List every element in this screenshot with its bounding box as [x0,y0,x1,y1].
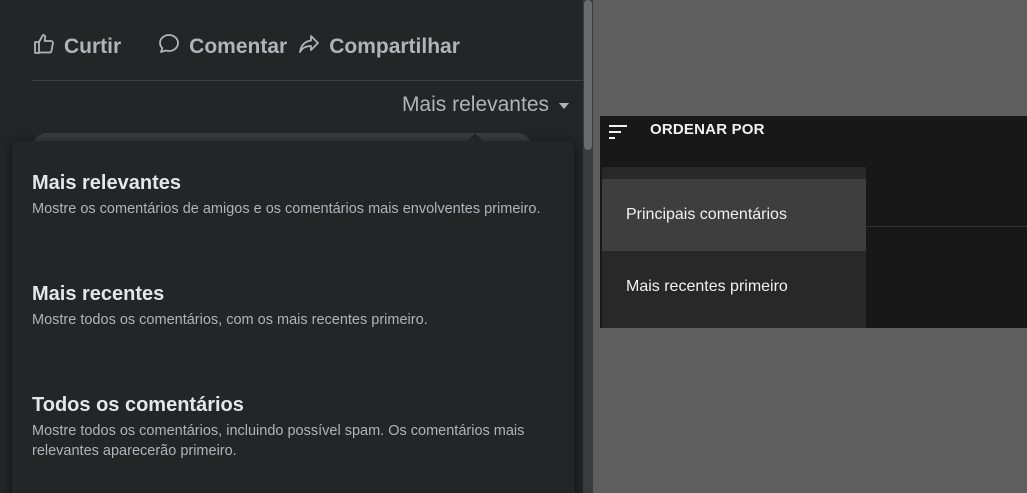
action-divider [32,80,583,81]
share-button[interactable]: Compartilhar [297,32,460,62]
sort-selected-label: Mais relevantes [401,93,549,116]
sort-icon [606,120,630,144]
comment-sort-toggle[interactable]: Mais relevantes [402,90,569,120]
sort-option-title: Mais recentes [32,283,165,305]
like-button[interactable]: Curtir [32,32,121,62]
sort-option-description: Mostre os comentários de amigos e os com… [32,201,541,217]
scrollbar-thumb[interactable] [584,0,592,150]
sort-option-description: Mostre todos os comentários, incluindo p… [32,423,525,459]
share-icon [297,32,321,62]
youtube-sort-header[interactable]: ORDENAR POR [600,116,1027,156]
sort-by-label: ORDENAR POR [650,121,765,138]
dropdown-notch [466,133,484,142]
sort-option-newest[interactable]: Mais recentes Mostre todos os comentário… [32,282,562,330]
youtube-sort-menu: Principais comentários Mais recentes pri… [602,167,866,328]
comment-label: Comentar [189,35,288,58]
caret-down-icon [559,103,569,109]
sort-option-top-comments[interactable]: Principais comentários [602,179,866,251]
sort-option-title: Todos os comentários [32,394,244,416]
post-action-bar: Curtir Comentar Compartilhar [32,18,583,76]
sort-option-description: Mostre todos os comentários, com os mais… [32,312,428,328]
sort-option-most-relevant[interactable]: Mais relevantes Mostre os comentários de… [32,171,562,219]
youtube-divider-line [866,226,1027,227]
sort-dropdown-menu: Mais relevantes Mostre os comentários de… [12,133,574,493]
sort-option-label: Mais recentes primeiro [626,278,788,295]
sort-option-label: Principais comentários [626,206,787,223]
thumbs-up-icon [32,32,56,62]
comment-icon [157,32,181,62]
sort-option-title: Mais relevantes [32,172,181,194]
facebook-comments-panel: Curtir Comentar Compartilhar Mais releva… [0,0,583,493]
like-label: Curtir [64,35,122,58]
comment-button[interactable]: Comentar [157,32,287,62]
panel-scrollbar[interactable] [583,0,593,493]
sort-option-all-comments[interactable]: Todos os comentários Mostre todos os com… [32,393,562,461]
sort-option-newest-first[interactable]: Mais recentes primeiro [602,251,866,323]
share-label: Compartilhar [329,35,460,58]
